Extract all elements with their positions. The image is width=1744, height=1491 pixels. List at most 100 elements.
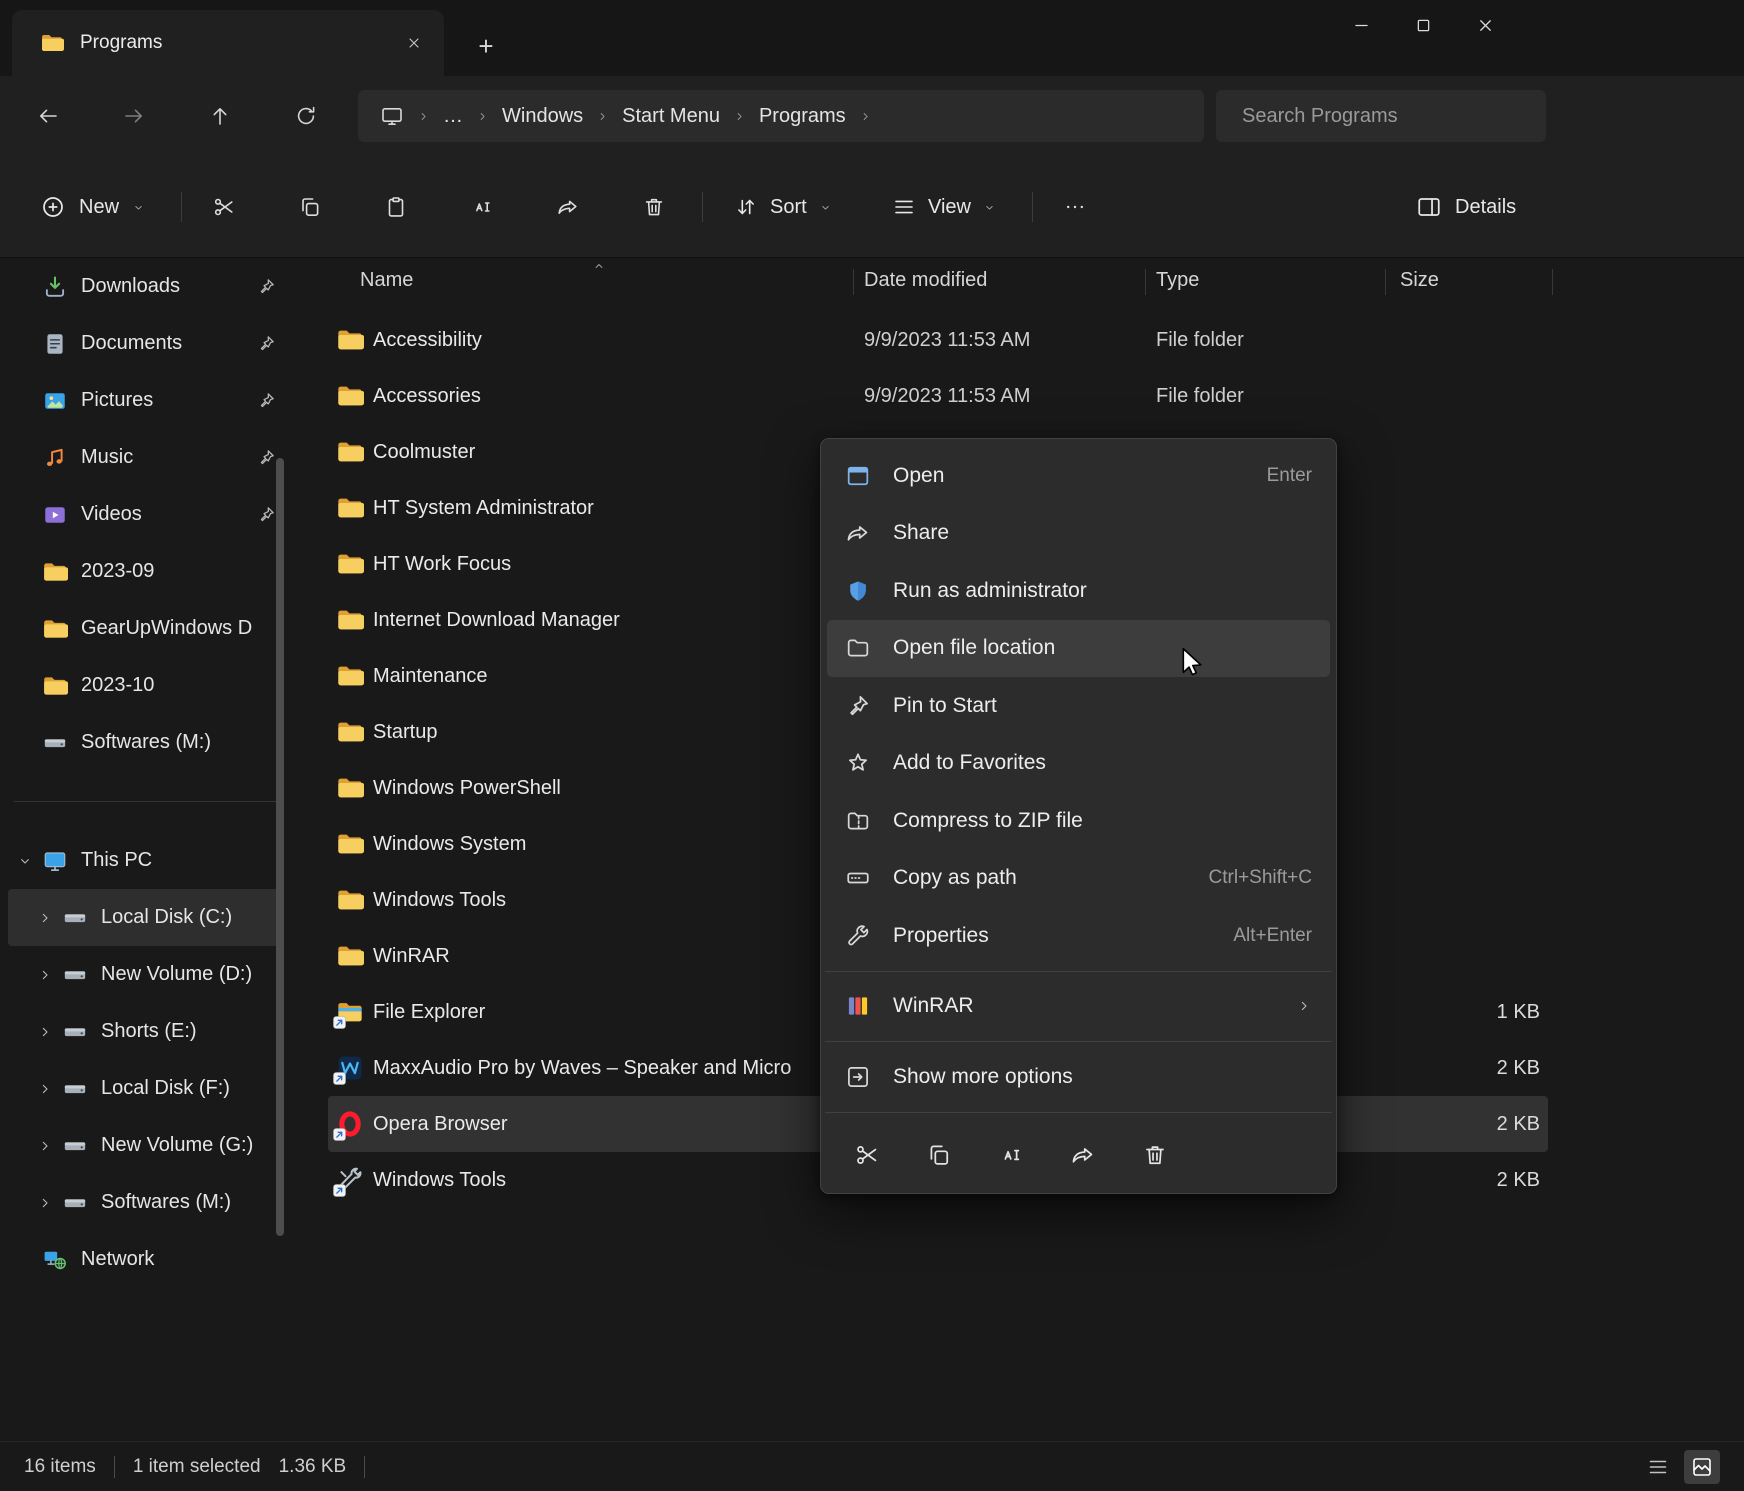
column-header-size[interactable]: Size (1400, 269, 1439, 292)
context-menu-item[interactable]: Properties Alt+Enter (827, 907, 1330, 965)
copy-button[interactable] (286, 183, 334, 231)
context-menu-item[interactable]: Share (827, 505, 1330, 563)
more-options-button[interactable] (1051, 183, 1099, 231)
quick-actions-row (821, 1119, 1336, 1185)
sidebar-item[interactable]: Shorts (E:) (8, 1003, 284, 1060)
chev-right-icon[interactable] (28, 1081, 62, 1097)
context-menu-item[interactable]: Open Enter (827, 447, 1330, 505)
sidebar-item[interactable]: Music (8, 429, 284, 486)
view-button[interactable]: View (878, 180, 1010, 234)
sidebar-item[interactable]: Network (8, 1231, 284, 1288)
chev-right-icon[interactable] (28, 1195, 62, 1211)
expander[interactable] (8, 1252, 42, 1268)
rename-button[interactable] (987, 1131, 1035, 1179)
expander[interactable] (8, 621, 42, 637)
context-menu-item[interactable]: Open file location (827, 620, 1330, 678)
details-view-button[interactable] (1640, 1450, 1676, 1484)
tab-close-button[interactable] (398, 27, 430, 59)
context-menu-item[interactable]: Run as administrator (827, 562, 1330, 620)
quick-access-list: Downloads Documents Pictures Music (0, 258, 300, 771)
paste-button[interactable] (372, 183, 420, 231)
breadcrumb-overflow-button[interactable]: … (431, 96, 475, 136)
delete-button[interactable] (1131, 1131, 1179, 1179)
column-separator[interactable] (1145, 269, 1146, 295)
folder-icon (336, 438, 364, 466)
expander[interactable] (8, 336, 42, 352)
sidebar-item[interactable]: This PC (8, 832, 284, 889)
cut-button[interactable] (843, 1131, 891, 1179)
trash-icon (1142, 1142, 1168, 1168)
column-header-date[interactable]: Date modified (864, 269, 987, 292)
column-header-name[interactable]: Name (360, 269, 413, 292)
Accessories-button[interactable]: Accessories 9/9/2023 11:53 AM File folde… (328, 368, 1548, 424)
column-separator[interactable] (1552, 269, 1553, 295)
explorer-tab[interactable]: Programs (12, 10, 444, 76)
sidebar-item[interactable]: New Volume (G:) (8, 1117, 284, 1174)
sort-button[interactable]: Sort (720, 180, 846, 234)
context-menu-item[interactable]: Add to Favorites (827, 735, 1330, 793)
sidebar-item[interactable]: Pictures (8, 372, 284, 429)
rename-button[interactable] (458, 183, 506, 231)
expander[interactable] (8, 450, 42, 466)
chev-right-icon[interactable] (28, 1138, 62, 1154)
sidebar-item[interactable]: Local Disk (C:) (8, 889, 284, 946)
breadcrumb-item[interactable]: Start Menu (610, 96, 732, 136)
sidebar-item[interactable]: Softwares (M:) (8, 1174, 284, 1231)
expander[interactable] (8, 279, 42, 295)
sidebar-item[interactable]: 2023-10 (8, 657, 284, 714)
share-button[interactable] (1059, 1131, 1107, 1179)
icons-view-button[interactable] (1684, 1450, 1720, 1484)
sidebar-item[interactable]: New Volume (D:) (8, 946, 284, 1003)
share-button[interactable] (544, 183, 592, 231)
maximize-button[interactable] (1392, 2, 1454, 48)
forward-button[interactable] (112, 94, 156, 138)
sidebar-item[interactable]: Local Disk (F:) (8, 1060, 284, 1117)
sidebar-item[interactable]: GearUpWindows D (8, 600, 284, 657)
delete-button[interactable] (630, 183, 678, 231)
new-tab-button[interactable]: + (466, 26, 506, 66)
search-input[interactable] (1216, 105, 1546, 128)
column-header-type[interactable]: Type (1156, 269, 1199, 292)
context-menu-label: Compress to ZIP file (893, 809, 1083, 833)
column-separator[interactable] (1385, 269, 1386, 295)
file-name: WinRAR (373, 945, 450, 968)
refresh-button[interactable] (284, 94, 328, 138)
chevron-right-icon (596, 110, 609, 123)
expander[interactable] (8, 564, 42, 580)
sidebar-item[interactable]: Downloads (8, 258, 284, 315)
sidebar-item[interactable]: 2023-09 (8, 543, 284, 600)
status-list-icon (1646, 1455, 1670, 1479)
sidebar-item[interactable]: Softwares (M:) (8, 714, 284, 771)
minimize-button[interactable] (1330, 2, 1392, 48)
sidebar-item[interactable]: Documents (8, 315, 284, 372)
cut-button[interactable] (200, 183, 248, 231)
context-menu-item[interactable]: Copy as path Ctrl+Shift+C (827, 850, 1330, 908)
context-menu-item[interactable]: Pin to Start (827, 677, 1330, 735)
back-button[interactable] (26, 94, 70, 138)
breadcrumb-item[interactable]: Programs (747, 96, 858, 136)
close-window-button[interactable] (1454, 2, 1516, 48)
sidebar-scrollbar[interactable] (276, 458, 284, 1236)
details-pane-button[interactable]: Details (1400, 180, 1532, 234)
expander[interactable] (8, 507, 42, 523)
chev-right-icon[interactable] (28, 1024, 62, 1040)
chev-right-icon[interactable] (28, 910, 62, 926)
Accessibility-button[interactable]: Accessibility 9/9/2023 11:53 AM File fol… (328, 312, 1548, 368)
context-menu-item-winrar[interactable]: WinRAR (827, 978, 1330, 1036)
up-button[interactable] (198, 94, 242, 138)
new-button[interactable]: New (24, 180, 161, 234)
expander[interactable] (8, 678, 42, 694)
column-separator[interactable] (853, 269, 854, 295)
copy-button[interactable] (915, 1131, 963, 1179)
context-menu-item[interactable]: Compress to ZIP file (827, 792, 1330, 850)
sidebar-item[interactable]: Videos (8, 486, 284, 543)
show-more-options-item[interactable]: Show more options (827, 1048, 1330, 1106)
breadcrumb-item[interactable]: Windows (490, 96, 595, 136)
chev-down-icon[interactable] (8, 853, 42, 869)
breadcrumb-root-button[interactable] (368, 96, 416, 136)
chev-right-icon[interactable] (28, 967, 62, 983)
expander[interactable] (8, 393, 42, 409)
file-name: Coolmuster (373, 441, 475, 464)
toolbar-divider (702, 192, 703, 222)
expander[interactable] (8, 735, 42, 751)
